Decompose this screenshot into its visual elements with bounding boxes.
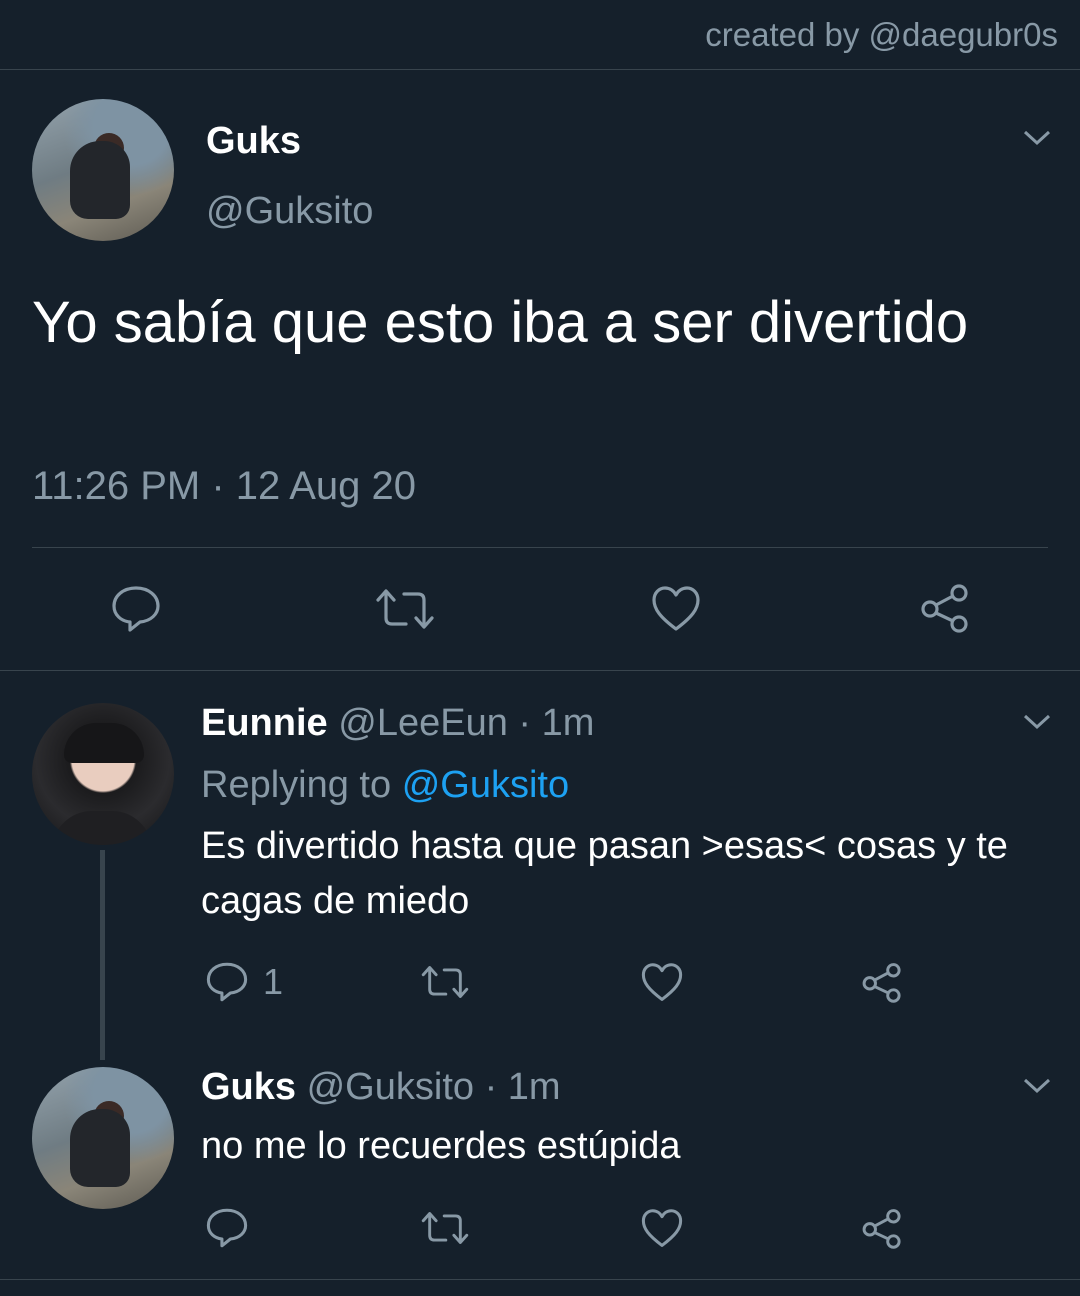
reply-icon: [112, 586, 160, 632]
chevron-down-icon[interactable]: [1022, 1076, 1052, 1096]
avatar[interactable]: [32, 99, 174, 241]
like-icon: [652, 586, 700, 631]
section-divider: [0, 670, 1080, 671]
reply-icon: [206, 962, 248, 1002]
mention-link[interactable]: @Guksito: [402, 764, 569, 806]
share-icon: [921, 584, 968, 633]
thread-line: [100, 850, 105, 1060]
avatar[interactable]: [32, 1067, 174, 1209]
like-button[interactable]: [640, 1208, 684, 1249]
tweet-time[interactable]: · 1m: [518, 702, 594, 744]
author-name[interactable]: Eunnie: [201, 702, 328, 744]
creator-credit: created by @daegubr0s: [705, 16, 1058, 53]
share-icon: [862, 963, 901, 1003]
retweet-button[interactable]: [420, 963, 470, 1001]
retweet-icon: [421, 966, 469, 998]
tweet-text: Es divertido hasta que pasan >esas< cosa…: [201, 825, 1008, 922]
retweet-icon: [376, 589, 434, 629]
reply-button[interactable]: [205, 1206, 249, 1250]
replying-to: Replying to @Guksito: [201, 764, 569, 807]
like-button[interactable]: [650, 585, 702, 633]
reply-button[interactable]: [110, 584, 162, 634]
like-button[interactable]: [640, 962, 684, 1003]
author-handle[interactable]: @Guksito: [206, 190, 373, 233]
retweet-icon: [421, 1212, 469, 1244]
tweet-timestamp[interactable]: 11:26 PM · 12 Aug 20: [32, 464, 416, 509]
retweet-button[interactable]: [374, 586, 436, 632]
avatar[interactable]: [32, 703, 174, 845]
chevron-down-icon[interactable]: [1022, 128, 1052, 148]
reply-button[interactable]: 1: [205, 960, 283, 1004]
author-handle[interactable]: @LeeEun: [338, 702, 508, 744]
share-button[interactable]: [918, 582, 972, 634]
like-icon: [641, 1209, 683, 1247]
reply-count: 1: [263, 961, 284, 1002]
author-name[interactable]: Guks: [206, 120, 301, 163]
tweet-divider: [32, 547, 1048, 548]
share-button[interactable]: [860, 961, 904, 1004]
author-handle[interactable]: @Guksito: [307, 1066, 474, 1108]
reply-header: Eunnie @LeeEun · 1m: [201, 702, 594, 745]
reply-header: Guks @Guksito · 1m: [201, 1066, 561, 1109]
replying-label: Replying to: [201, 764, 392, 806]
reply-icon: [206, 1208, 248, 1248]
tweet-time[interactable]: · 1m: [485, 1066, 561, 1108]
top-divider: [0, 69, 1080, 70]
bottom-divider: [0, 1279, 1080, 1280]
retweet-button[interactable]: [420, 1209, 470, 1247]
like-icon: [641, 963, 683, 1001]
share-icon: [862, 1209, 901, 1249]
author-name[interactable]: Guks: [201, 1066, 296, 1108]
tweet-text: no me lo recuerdes estúpida: [201, 1125, 681, 1167]
tweet-text: Yo sabía que esto iba a ser divertido: [32, 290, 969, 355]
share-button[interactable]: [860, 1207, 904, 1250]
chevron-down-icon[interactable]: [1022, 712, 1052, 732]
